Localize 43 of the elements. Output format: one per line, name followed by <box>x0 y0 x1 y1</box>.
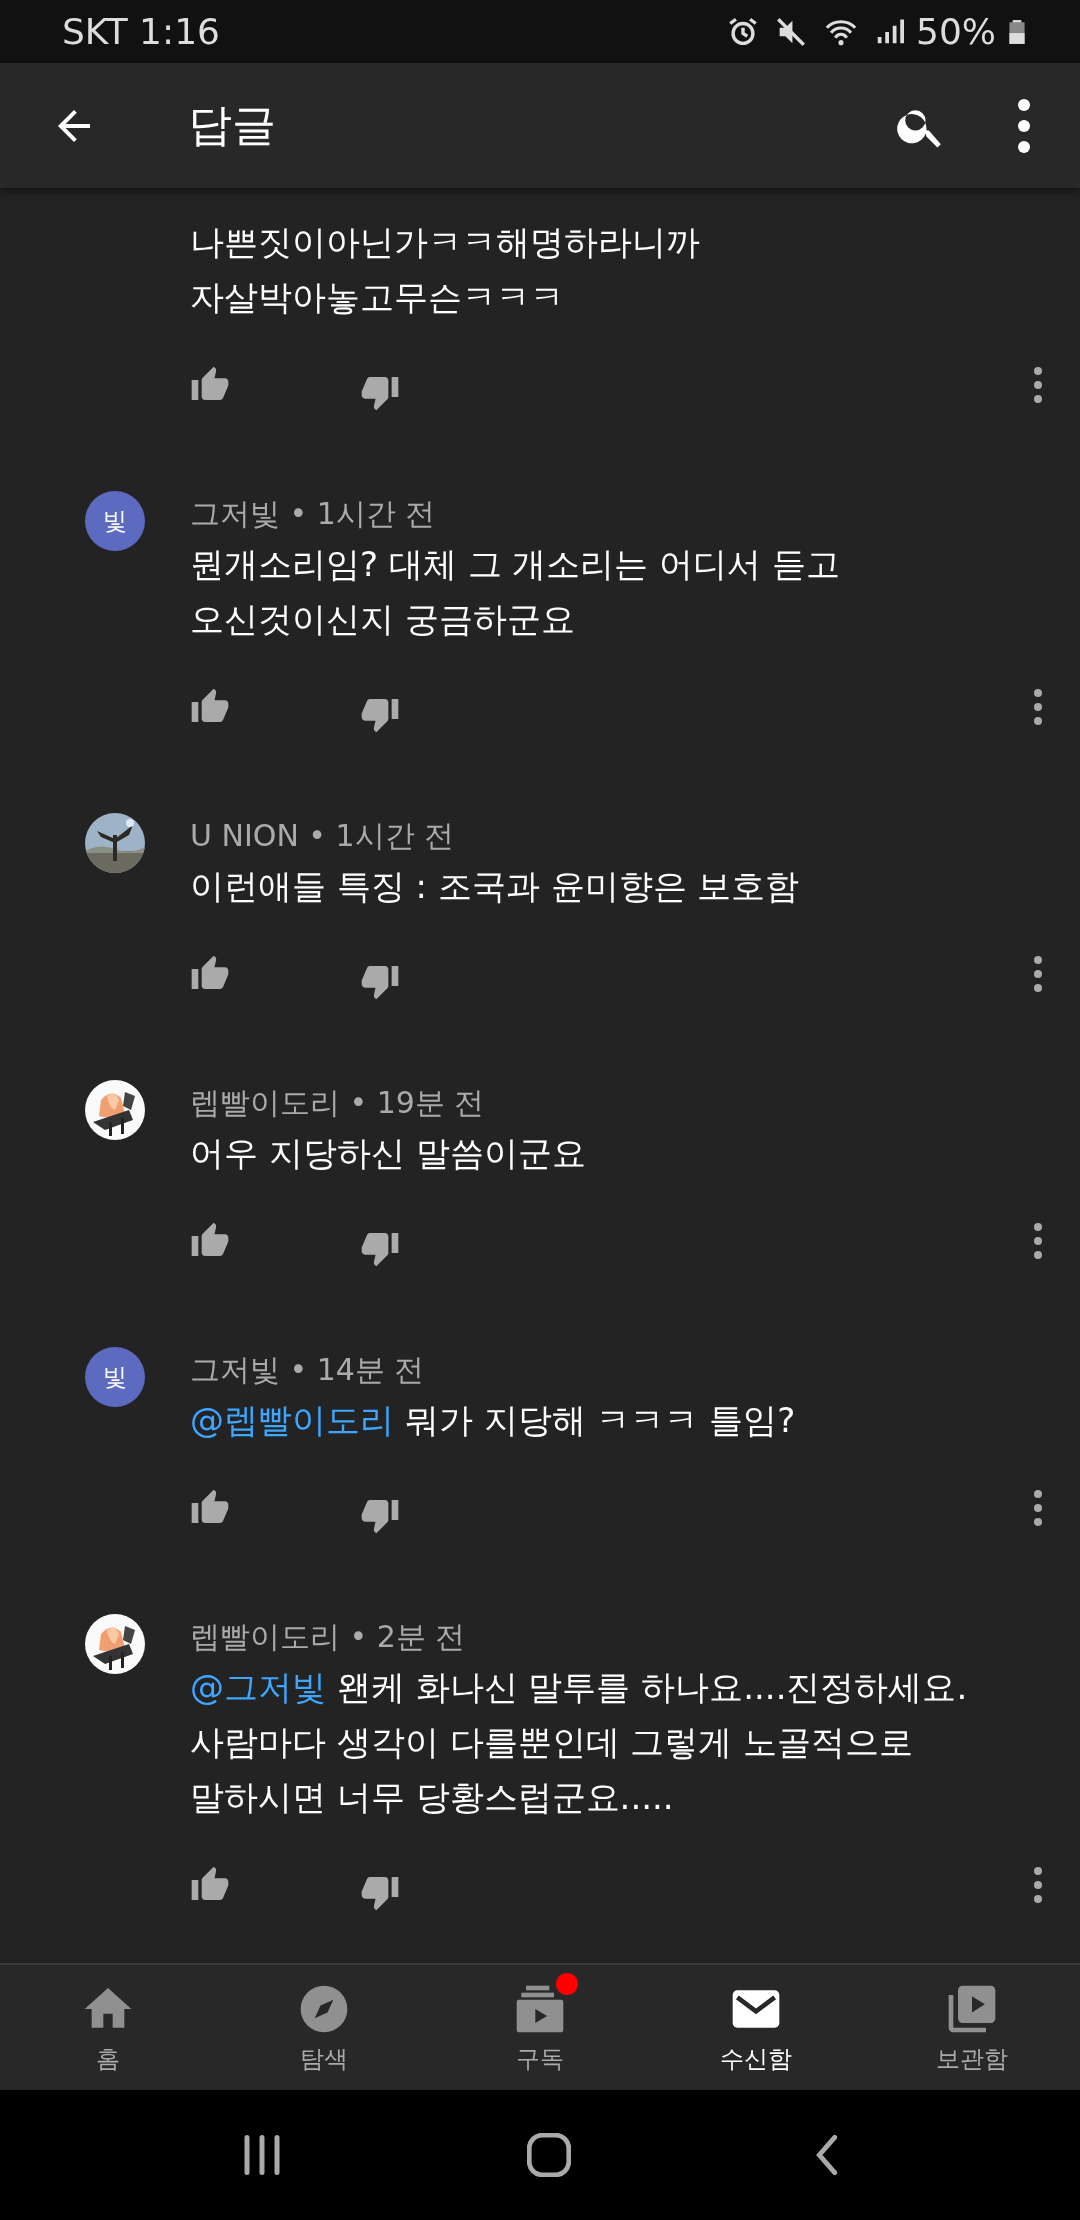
avatar: 빛 <box>85 1347 145 1407</box>
comment-author-time: 렙빨이도리 • 19분 전 <box>190 1084 486 1122</box>
recent-apps-button[interactable] <box>242 2135 283 2175</box>
battery-percent: 50% <box>916 11 996 52</box>
more-icon <box>1034 1490 1042 1526</box>
comment-text: 이런애들 특징 : 조국과 윤미향은 보호함 <box>190 865 801 908</box>
comment-author-time: U NION • 1시간 전 <box>190 817 456 855</box>
home-outline-icon <box>527 2133 571 2177</box>
nav-tab[interactable]: 탐색 <box>216 1965 432 2090</box>
more-icon <box>1034 1223 1042 1259</box>
mention-link[interactable]: @그저빛 <box>190 1667 326 1707</box>
more-icon <box>1034 956 1042 992</box>
more-icon <box>1034 367 1042 403</box>
comment-menu-button[interactable] <box>1034 956 1042 992</box>
comment-text: 나쁜짓이아닌가ㅋㅋ해명하라니까 자살박아놓고무슨ㅋㅋㅋ <box>190 221 701 319</box>
nav-tab[interactable]: 보관함 <box>864 1965 1080 2090</box>
more-icon <box>1034 1867 1042 1903</box>
comment-text: @그저빛 왠케 화나신 말투를 하나요....진정하세요. 사람마다 생각이 다를뿐인데 그렇게 노골적으로 말하시면 너무 당황스럽군요..... <box>190 1666 969 1819</box>
comment-author-time: 그저빛 • 14분 전 <box>190 1351 426 1389</box>
comment-menu-button[interactable] <box>1034 689 1042 725</box>
avatar: 빛 <box>85 491 145 551</box>
nav-tab[interactable]: 구독 <box>432 1965 648 2090</box>
comment-text: 어우 지당하신 말씀이군요 <box>190 1132 587 1175</box>
comment-menu-button[interactable] <box>1034 1490 1042 1526</box>
nav-tab[interactable]: 수신함 <box>648 1965 864 2090</box>
mention-link[interactable]: @렙빨이도리 <box>190 1400 394 1440</box>
screen-title: 답글 <box>188 98 277 152</box>
comment-menu-button[interactable] <box>1034 367 1042 403</box>
nav-tab[interactable]: 홈 <box>0 1965 216 2090</box>
recent-apps-icon <box>242 2135 283 2175</box>
comment-author-time: 렙빨이도리 • 2분 전 <box>190 1618 467 1656</box>
back-button[interactable] <box>815 2133 838 2177</box>
comment-author-time: 그저빛 • 1시간 전 <box>190 495 437 533</box>
comment-menu-button[interactable] <box>1034 1223 1042 1259</box>
comment-text: 뭔개소리임? 대체 그 개소리는 어디서 듣고 오신것이신지 궁금하군요 <box>190 543 842 641</box>
comment-text: @렙빨이도리 뭐가 지당해 ㅋㅋㅋ 틀임? <box>190 1399 797 1442</box>
status-time: SKT 1:16 <box>62 11 220 52</box>
more-icon <box>1034 689 1042 725</box>
comment-menu-button[interactable] <box>1034 1867 1042 1903</box>
chevron-left-icon <box>815 2133 838 2177</box>
home-button[interactable] <box>527 2133 571 2177</box>
more-icon <box>1018 98 1030 153</box>
more-button[interactable] <box>1018 98 1030 153</box>
